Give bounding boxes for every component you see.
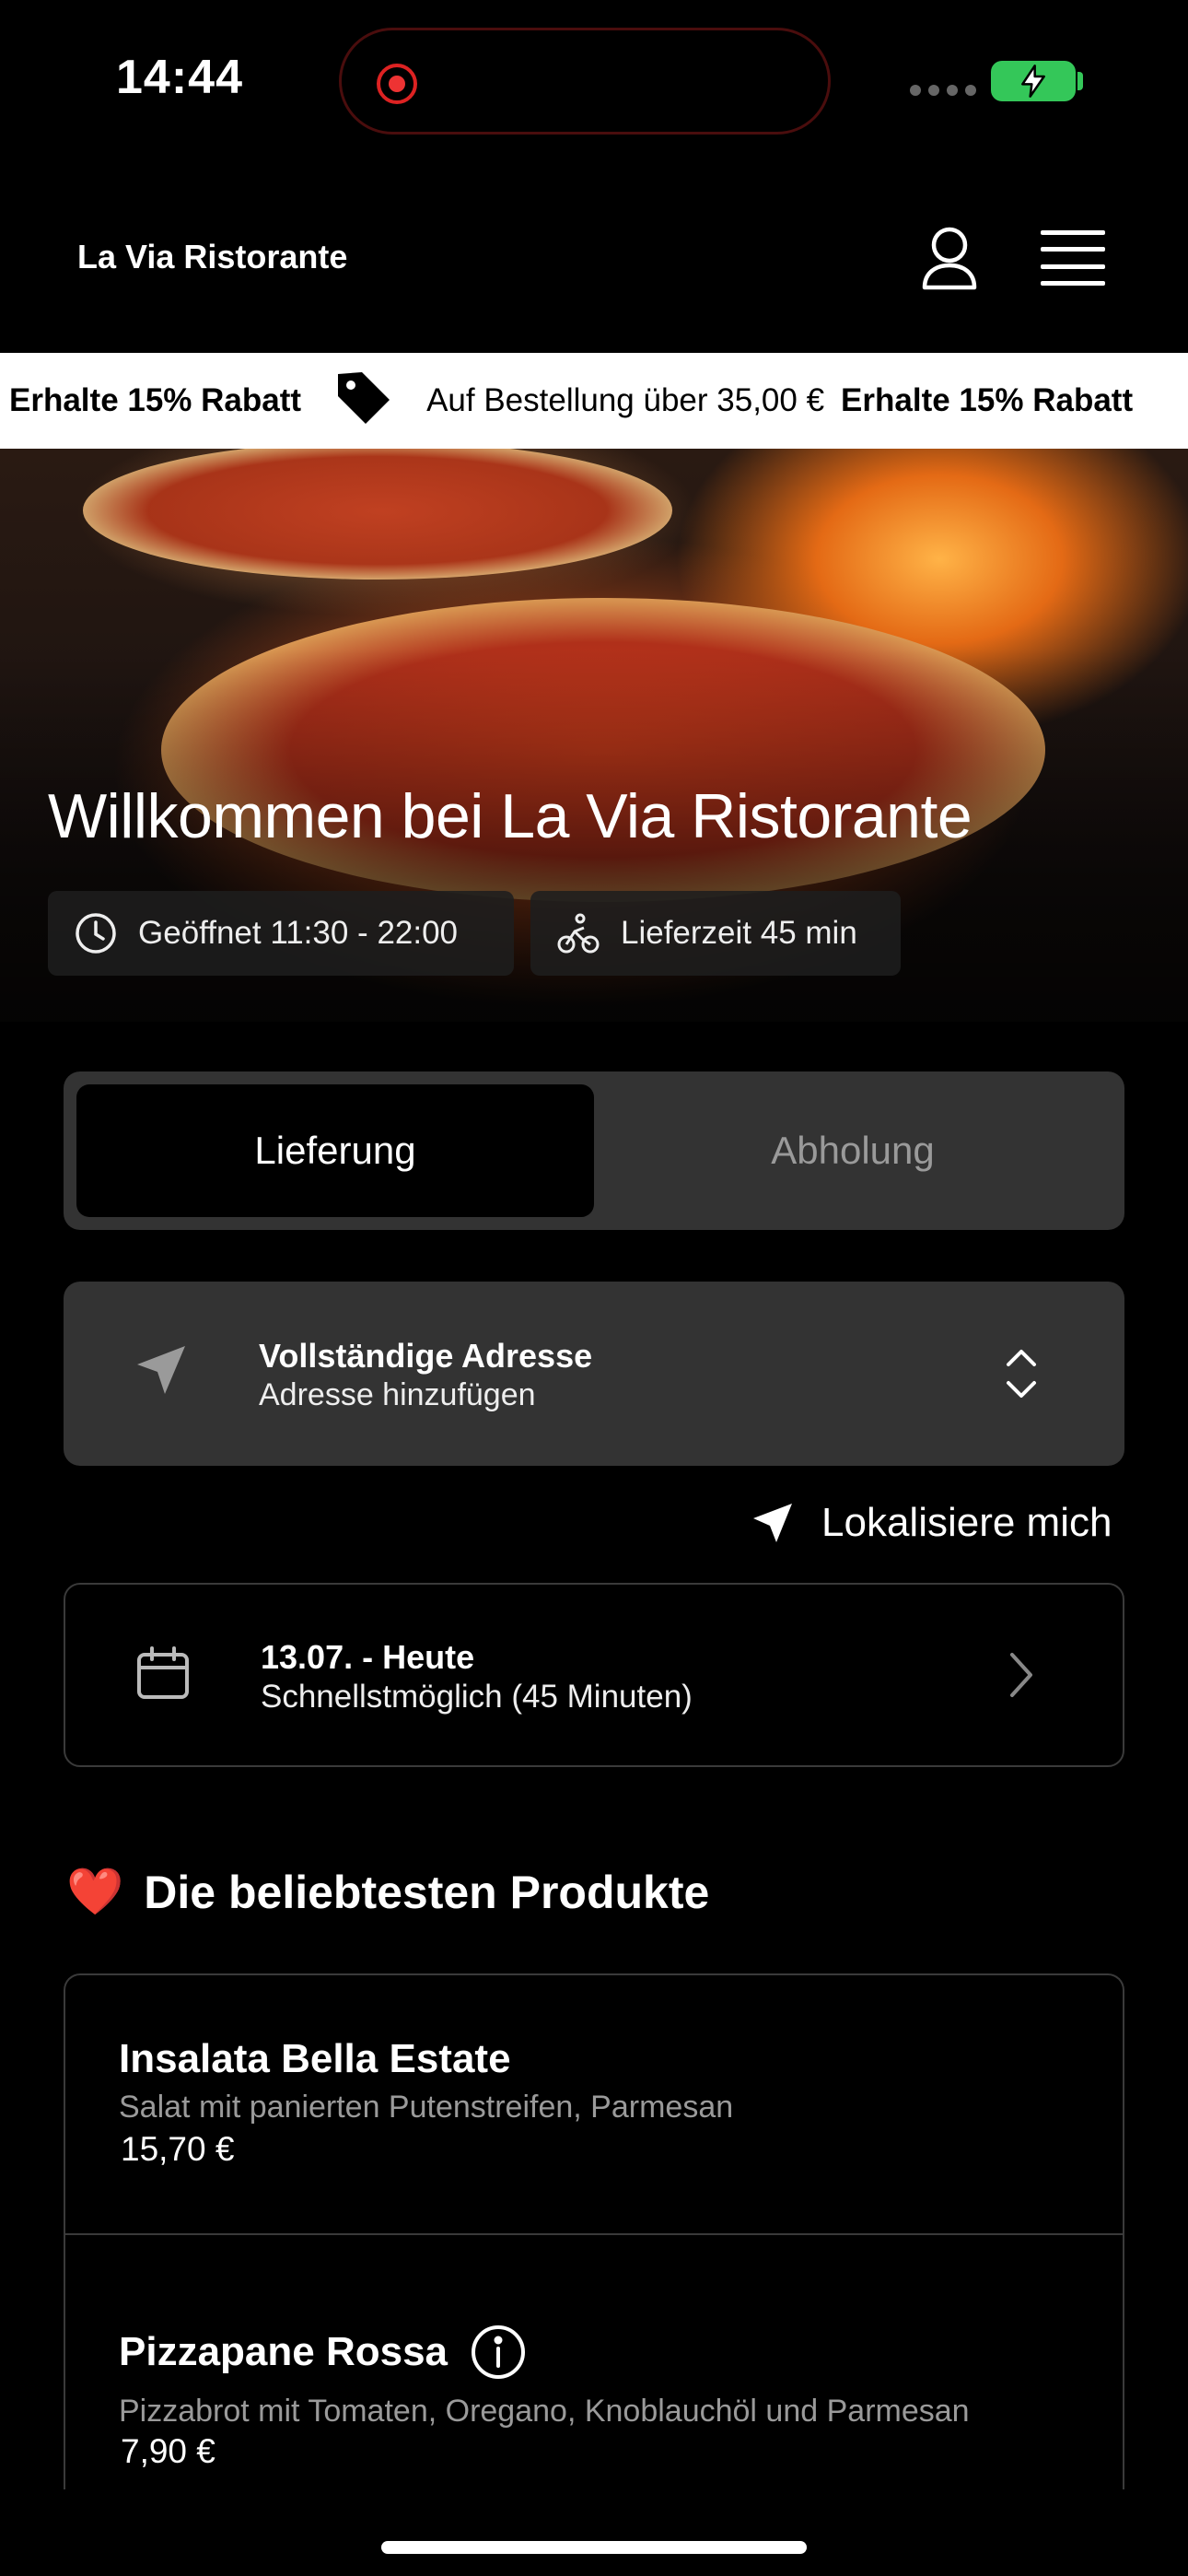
cellular-signal-icon (910, 85, 976, 96)
order-mode-toggle: Lieferung Abholung (64, 1071, 1124, 1230)
location-arrow-icon (753, 1504, 792, 1542)
product-list: Insalata Bella Estate Salat mit panierte… (64, 1973, 1124, 2489)
calendar-icon (137, 1646, 189, 1699)
product-card[interactable]: Pizzapane Rossa Pizzabrot mit Tomaten, O… (65, 2235, 1123, 2489)
clock-icon (76, 913, 116, 954)
delivery-time-badge: Lieferzeit 45 min (530, 891, 901, 976)
account-button[interactable] (917, 225, 982, 291)
opening-hours-badge: Geöffnet 11:30 - 22:00 (48, 891, 514, 976)
delivery-time-selector[interactable]: 13.07. - Heute Schnellstmöglich (45 Minu… (64, 1583, 1124, 1767)
menu-line (1041, 247, 1105, 252)
user-icon (922, 227, 977, 290)
screen-recording-icon (377, 64, 417, 104)
bicycle-courier-icon (557, 913, 600, 954)
promo-banner: Erhalte 15% Rabatt Auf Bestellung über 3… (0, 353, 1188, 449)
opening-hours-text: Geöffnet 11:30 - 22:00 (138, 915, 459, 951)
menu-line (1041, 230, 1105, 235)
product-price: 7,90 € (121, 2432, 215, 2470)
brand-name[interactable]: La Via Ristorante (77, 238, 347, 276)
home-indicator[interactable] (381, 2541, 807, 2554)
section-title-text: Die beliebtesten Produkte (144, 1866, 710, 1918)
status-time: 14:44 (116, 51, 243, 104)
menu-line (1041, 263, 1105, 269)
promo-text: Erhalte 15% Rabatt (9, 382, 302, 418)
product-description: Salat mit panierten Putenstreifen, Parme… (119, 2090, 734, 2125)
battery-cap (1077, 72, 1083, 90)
address-placeholder: Adresse hinzufügen (259, 1377, 536, 1412)
tab-pickup[interactable]: Abholung (594, 1084, 1112, 1217)
hero-title: Willkommen bei La Via Ristorante (48, 781, 973, 851)
dynamic-island (339, 28, 831, 135)
product-name: Pizzapane Rossa (119, 2329, 448, 2374)
delivery-time-text: Lieferzeit 45 min (621, 915, 857, 951)
heart-icon: ❤️ (66, 1866, 124, 1917)
hero-banner: Willkommen bei La Via Ristorante Geöffne… (0, 449, 1188, 1022)
info-icon[interactable] (470, 2324, 527, 2381)
battery-charging-icon (991, 61, 1076, 101)
address-title: Vollständige Adresse (259, 1337, 593, 1375)
delivery-time-option: Schnellstmöglich (45 Minuten) (261, 1679, 693, 1715)
address-selector[interactable]: Vollständige Adresse Adresse hinzufügen (64, 1282, 1124, 1466)
product-name-row: Pizzapane Rossa (119, 2324, 527, 2381)
chevron-right-icon (1010, 1653, 1032, 1697)
menu-button[interactable] (1041, 230, 1105, 286)
product-card[interactable]: Insalata Bella Estate Salat mit panierte… (65, 1975, 1123, 2235)
product-name: Insalata Bella Estate (119, 2036, 511, 2081)
product-description: Pizzabrot mit Tomaten, Oregano, Knoblauc… (119, 2394, 970, 2429)
delivery-date: 13.07. - Heute (261, 1638, 475, 1676)
tab-delivery[interactable]: Lieferung (76, 1084, 594, 1217)
section-title-popular: ❤️ Die beliebtesten Produkte (66, 1865, 709, 1919)
promo-text: Erhalte 15% Rabatt (841, 382, 1134, 418)
locate-me-button[interactable]: Lokalisiere mich (751, 1500, 1112, 1546)
locate-me-label: Lokalisiere mich (821, 1500, 1112, 1545)
product-price: 15,70 € (121, 2130, 235, 2168)
promo-text: Auf Bestellung über 35,00 € (426, 382, 825, 418)
navigation-arrow-icon (137, 1346, 185, 1394)
chevron-up-down-icon (1007, 1350, 1036, 1398)
price-tag-icon (334, 369, 393, 434)
menu-line (1041, 280, 1105, 286)
